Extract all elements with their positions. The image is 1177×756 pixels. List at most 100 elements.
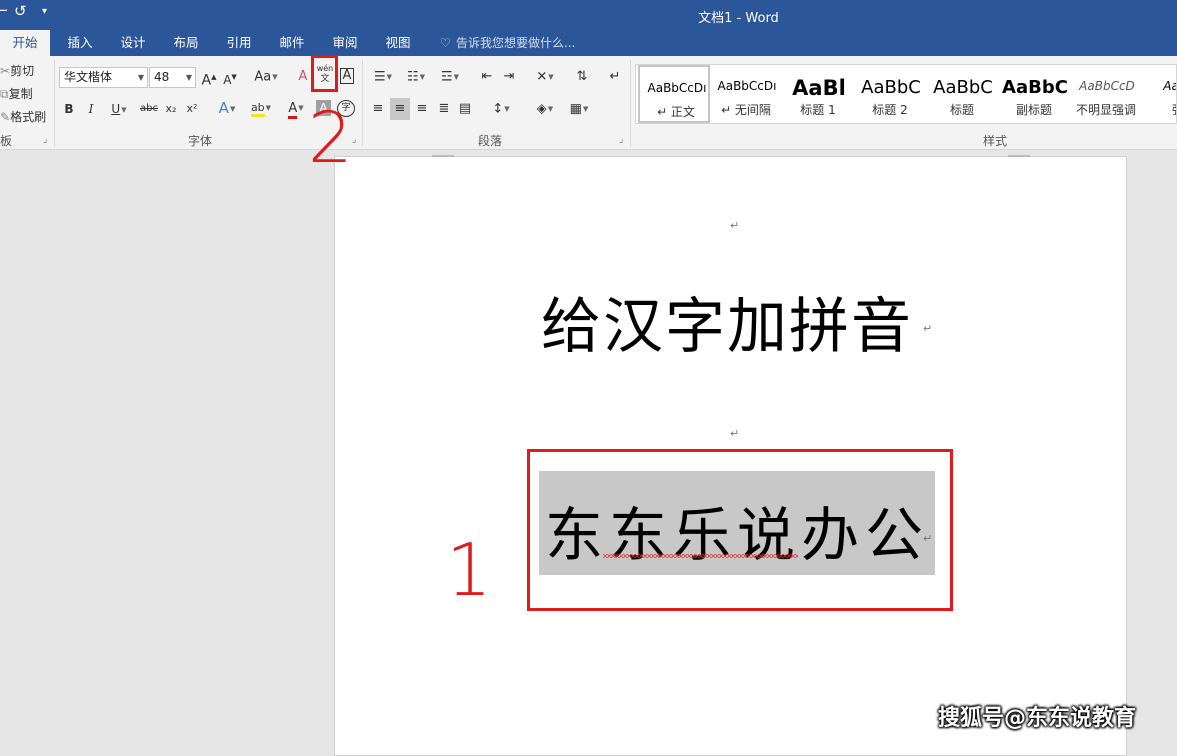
increase-indent-icon[interactable]: ⇥ — [500, 68, 518, 86]
text-effects-icon[interactable]: A▼ — [214, 99, 240, 118]
window-title: 文档1 - Word — [698, 11, 779, 26]
styles-gallery: AaBbCcDı ↵ 正文 AaBbCcDı ↵ 无间隔 AaBl 标题 1 A… — [635, 64, 1177, 124]
styles-group-label: 样式 — [982, 134, 1007, 148]
shrink-font-icon[interactable]: A▼ — [222, 68, 238, 89]
tab-references[interactable]: 引用 — [214, 30, 264, 56]
tab-mailings[interactable]: 邮件 — [267, 30, 317, 56]
tab-view[interactable]: 视图 — [373, 30, 423, 56]
superscript-button[interactable]: x² — [183, 100, 201, 118]
paragraph-mark: ↵ — [730, 427, 740, 440]
tell-me-placeholder: 告诉我您想要做什么... — [456, 36, 576, 50]
clipboard-group-label: 板 — [0, 134, 13, 148]
tell-me-box[interactable]: ♡ 告诉我您想要做什么... — [440, 30, 575, 56]
clear-formatting-icon[interactable]: A — [296, 68, 310, 86]
line-spacing-icon[interactable]: ↕▼ — [486, 100, 516, 119]
style-strong[interactable]: AaBb 强 — [1142, 65, 1176, 123]
style-heading-2[interactable]: AaBbC 标题 2 — [854, 65, 926, 123]
cut-button[interactable]: ✂剪切 — [0, 62, 34, 79]
document-heading[interactable]: 给汉字加拼音 — [541, 278, 913, 365]
style-preview: AaBl — [792, 76, 846, 100]
style-subtitle[interactable]: AaBbC 副标题 — [998, 65, 1070, 123]
style-name: 强 — [1142, 101, 1176, 118]
borders-icon[interactable]: ▦▼ — [564, 100, 594, 119]
font-name-combo[interactable]: 华文楷体 ▼ — [59, 67, 148, 88]
underline-button[interactable]: U▼ — [106, 100, 132, 119]
clipboard-launcher-icon[interactable]: ⌟ — [43, 135, 47, 145]
decrease-indent-icon[interactable]: ⇤ — [478, 68, 496, 86]
format-painter-button[interactable]: ✎格式刷 — [0, 108, 46, 125]
separator — [362, 60, 363, 146]
style-preview: AaBbC — [933, 77, 993, 98]
brush-icon: ✎ — [0, 110, 11, 124]
annotation-box-step1 — [527, 449, 953, 611]
font-group-label: 字体 — [187, 134, 212, 148]
align-right-icon[interactable]: ≡ — [413, 100, 431, 118]
italic-button[interactable]: I — [84, 100, 98, 118]
watermark: 搜狐号@东东说教育 — [938, 706, 1137, 731]
shading-icon[interactable]: ◈▼ — [530, 100, 560, 119]
style-normal[interactable]: AaBbCcDı ↵ 正文 — [638, 65, 710, 123]
title-bar: ⌐ ↺ ▾ 文档1 - Word — [0, 0, 1177, 30]
annotation-number-step2: 2 — [308, 97, 353, 179]
bullets-icon[interactable]: ☰▼ — [369, 68, 397, 87]
style-preview: AaBbCcDı — [717, 79, 777, 93]
numbering-icon[interactable]: ☷▼ — [402, 68, 430, 87]
copy-icon: ⧉ — [0, 87, 9, 101]
font-launcher-icon[interactable]: ⌟ — [352, 135, 356, 145]
character-border-icon[interactable]: A — [340, 68, 354, 84]
paragraph-group-label: 段落 — [477, 134, 502, 148]
font-size-value: 48 — [154, 70, 170, 84]
style-name: 副标题 — [1015, 103, 1052, 117]
grow-font-icon[interactable]: A▲ — [201, 68, 217, 90]
cut-label: 剪切 — [10, 64, 35, 78]
scissors-icon: ✂ — [0, 64, 11, 78]
style-preview: AaBbC — [1002, 77, 1068, 98]
tab-review[interactable]: 审阅 — [320, 30, 370, 56]
separator — [54, 60, 55, 146]
tab-insert[interactable]: 插入 — [55, 30, 105, 56]
annotation-number-step1: 1 — [446, 528, 492, 612]
font-color-icon[interactable]: A▼ — [282, 99, 310, 119]
highlight-icon[interactable]: ab▼ — [246, 99, 276, 117]
multilevel-list-icon[interactable]: ☲▼ — [436, 68, 464, 87]
chevron-down-icon: ▼ — [137, 73, 144, 82]
show-marks-icon[interactable]: ↵ — [606, 68, 624, 86]
chevron-down-icon: ▼ — [185, 73, 192, 82]
style-name: 标题 2 — [872, 103, 908, 117]
tab-layout[interactable]: 布局 — [161, 30, 211, 56]
style-name: ↵ 正文 — [657, 105, 695, 119]
chinese-layout-icon[interactable]: ✕▼ — [530, 68, 560, 87]
style-heading-1[interactable]: AaBl 标题 1 — [782, 65, 854, 123]
bold-button[interactable]: B — [62, 100, 76, 118]
strikethrough-button[interactable]: abc — [138, 100, 160, 118]
paragraph-launcher-icon[interactable]: ⌟ — [619, 135, 623, 145]
style-subtle-emphasis[interactable]: AaBbCcD 不明显强调 — [1070, 65, 1142, 123]
style-preview: AaBbCcDı — [647, 81, 707, 95]
ruler-marker — [432, 155, 454, 157]
copy-label: 复制 — [8, 87, 33, 101]
format-painter-label: 格式刷 — [10, 110, 47, 124]
copy-button[interactable]: ⧉复制 — [0, 85, 33, 102]
font-size-combo[interactable]: 48 ▼ — [149, 67, 196, 88]
style-preview: AaBbC — [861, 77, 921, 98]
change-case-icon[interactable]: Aa▼ — [252, 68, 280, 87]
tab-home[interactable]: 开始 — [0, 30, 50, 56]
align-left-icon[interactable]: ≡ — [369, 100, 387, 118]
distributed-icon[interactable]: ▤ — [456, 100, 474, 118]
sort-icon[interactable]: ⇅ — [572, 68, 592, 86]
subscript-button[interactable]: x₂ — [162, 100, 180, 118]
font-name-value: 华文楷体 — [64, 70, 113, 84]
style-name: 标题 1 — [800, 103, 836, 117]
style-name: 不明显强调 — [1075, 103, 1136, 117]
style-title[interactable]: AaBbC 标题 — [926, 65, 998, 123]
ribbon-tabs: 开始 插入 设计 布局 引用 邮件 审阅 视图 ♡ 告诉我您想要做什么... — [0, 30, 1177, 56]
ruler-marker — [1008, 155, 1030, 157]
paragraph-mark: ↵ — [923, 322, 933, 335]
style-name: ↵ 无间隔 — [721, 103, 771, 117]
tab-design[interactable]: 设计 — [108, 30, 158, 56]
justify-icon[interactable]: ≣ — [435, 100, 453, 118]
ribbon: ✂剪切 ⧉复制 ✎格式刷 板 ⌟ 华文楷体 ▼ 48 ▼ A▲ A▼ Aa▼ A w… — [0, 56, 1177, 150]
paragraph-mark: ↵ — [730, 219, 740, 232]
align-center-icon[interactable]: ≡ — [390, 98, 410, 120]
style-no-spacing[interactable]: AaBbCcDı ↵ 无间隔 — [710, 65, 782, 123]
